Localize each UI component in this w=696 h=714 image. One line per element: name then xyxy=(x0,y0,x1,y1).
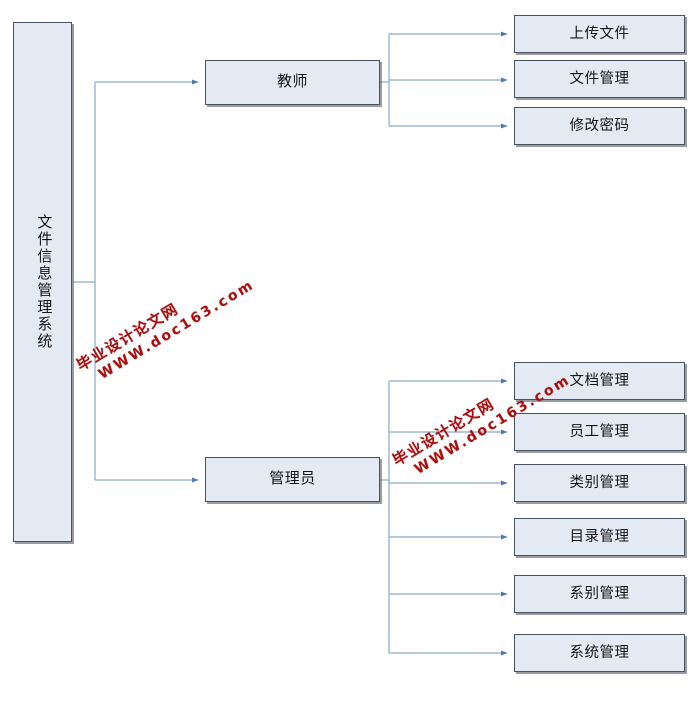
node-leaf-category-management[interactable]: 类别管理 xyxy=(514,464,685,502)
node-leaf-department-management[interactable]: 系别管理 xyxy=(514,575,685,613)
watermark-left: 毕业设计论文网 WWW.doc163.com xyxy=(72,258,257,390)
node-leaf-directory-management[interactable]: 目录管理 xyxy=(514,518,685,556)
node-root-system[interactable]: 文件信息管理系统 xyxy=(13,22,72,542)
node-leaf-employee-management[interactable]: 员工管理 xyxy=(514,413,685,451)
watermark-line1: 毕业设计论文网 xyxy=(73,299,182,375)
node-leaf-change-password[interactable]: 修改密码 xyxy=(514,107,685,145)
node-leaf-upload-file[interactable]: 上传文件 xyxy=(514,15,685,53)
node-branch-teacher[interactable]: 教师 xyxy=(205,60,380,105)
node-leaf-system-management[interactable]: 系统管理 xyxy=(514,634,685,672)
node-branch-admin[interactable]: 管理员 xyxy=(205,457,380,502)
watermark-line1: 毕业设计论文网 xyxy=(389,394,498,470)
watermark-line2: WWW.doc163.com xyxy=(95,276,258,383)
node-leaf-file-management[interactable]: 文件管理 xyxy=(514,60,685,98)
org-chart-diagram: 文件信息管理系统 教师 管理员 上传文件 文件管理 修改密码 文档管理 员工管理… xyxy=(0,0,696,714)
node-leaf-document-management[interactable]: 文档管理 xyxy=(514,362,685,400)
